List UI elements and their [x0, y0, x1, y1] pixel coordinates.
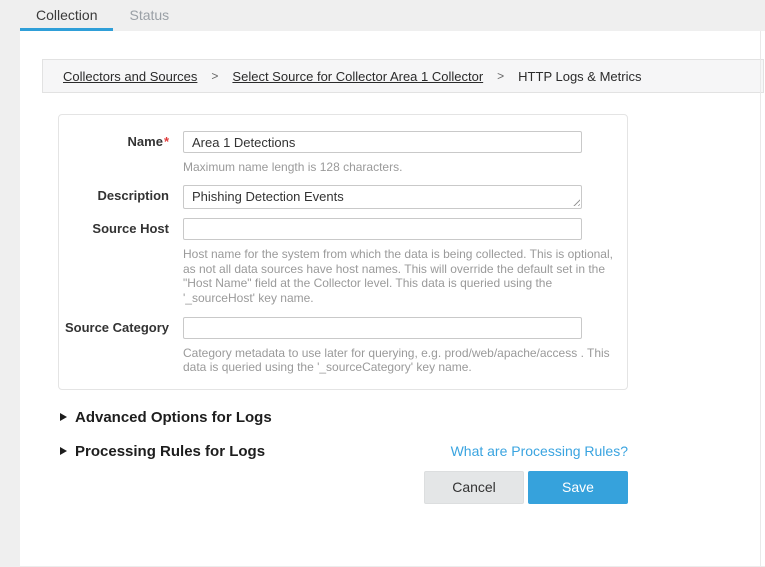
tab-collection[interactable]: Collection — [20, 0, 113, 31]
name-input[interactable] — [183, 131, 582, 153]
content-area: Collectors and Sources > Select Source f… — [20, 31, 765, 567]
description-row: Description — [59, 185, 627, 209]
required-asterisk: * — [164, 134, 169, 149]
source-host-row: Source Host — [59, 218, 627, 240]
caret-right-icon — [60, 413, 67, 421]
source-host-label: Source Host — [59, 218, 169, 240]
name-help-text: Maximum name length is 128 characters. — [183, 160, 613, 174]
caret-right-icon — [60, 447, 67, 455]
processing-rules-title: Processing Rules for Logs — [75, 443, 265, 460]
processing-rules-section-row: Processing Rules for Logs What are Proce… — [58, 443, 628, 460]
content-right-divider — [760, 31, 761, 566]
tab-bar: Collection Status — [0, 0, 765, 31]
collapsible-sections: Advanced Options for Logs Processing Rul… — [58, 409, 628, 460]
breadcrumb-current-page: HTTP Logs & Metrics — [518, 69, 641, 84]
source-category-label: Source Category — [59, 317, 169, 339]
source-category-row: Source Category — [59, 317, 627, 339]
breadcrumb: Collectors and Sources > Select Source f… — [42, 59, 764, 93]
breadcrumb-collectors-and-sources[interactable]: Collectors and Sources — [63, 69, 197, 84]
breadcrumb-separator: > — [211, 69, 218, 83]
advanced-options-title: Advanced Options for Logs — [75, 409, 272, 426]
source-config-form: Name* Maximum name length is 128 charact… — [58, 114, 628, 390]
source-host-help-text: Host name for the system from which the … — [183, 247, 613, 305]
source-category-help-text: Category metadata to use later for query… — [183, 346, 613, 375]
tab-status[interactable]: Status — [113, 0, 185, 31]
name-label: Name* — [59, 131, 169, 153]
breadcrumb-separator: > — [497, 69, 504, 83]
form-actions: Cancel Save — [58, 471, 628, 504]
source-category-input[interactable] — [183, 317, 582, 339]
advanced-options-section-toggle[interactable]: Advanced Options for Logs — [58, 409, 628, 426]
description-label: Description — [59, 185, 169, 209]
save-button[interactable]: Save — [528, 471, 628, 504]
cancel-button[interactable]: Cancel — [424, 471, 524, 504]
description-input[interactable] — [183, 185, 582, 209]
breadcrumb-select-source[interactable]: Select Source for Collector Area 1 Colle… — [232, 69, 483, 84]
source-host-input[interactable] — [183, 218, 582, 240]
name-row: Name* — [59, 131, 627, 153]
name-label-text: Name — [128, 134, 163, 149]
what-are-processing-rules-link[interactable]: What are Processing Rules? — [451, 443, 628, 459]
processing-rules-section-toggle[interactable]: Processing Rules for Logs — [58, 443, 265, 460]
